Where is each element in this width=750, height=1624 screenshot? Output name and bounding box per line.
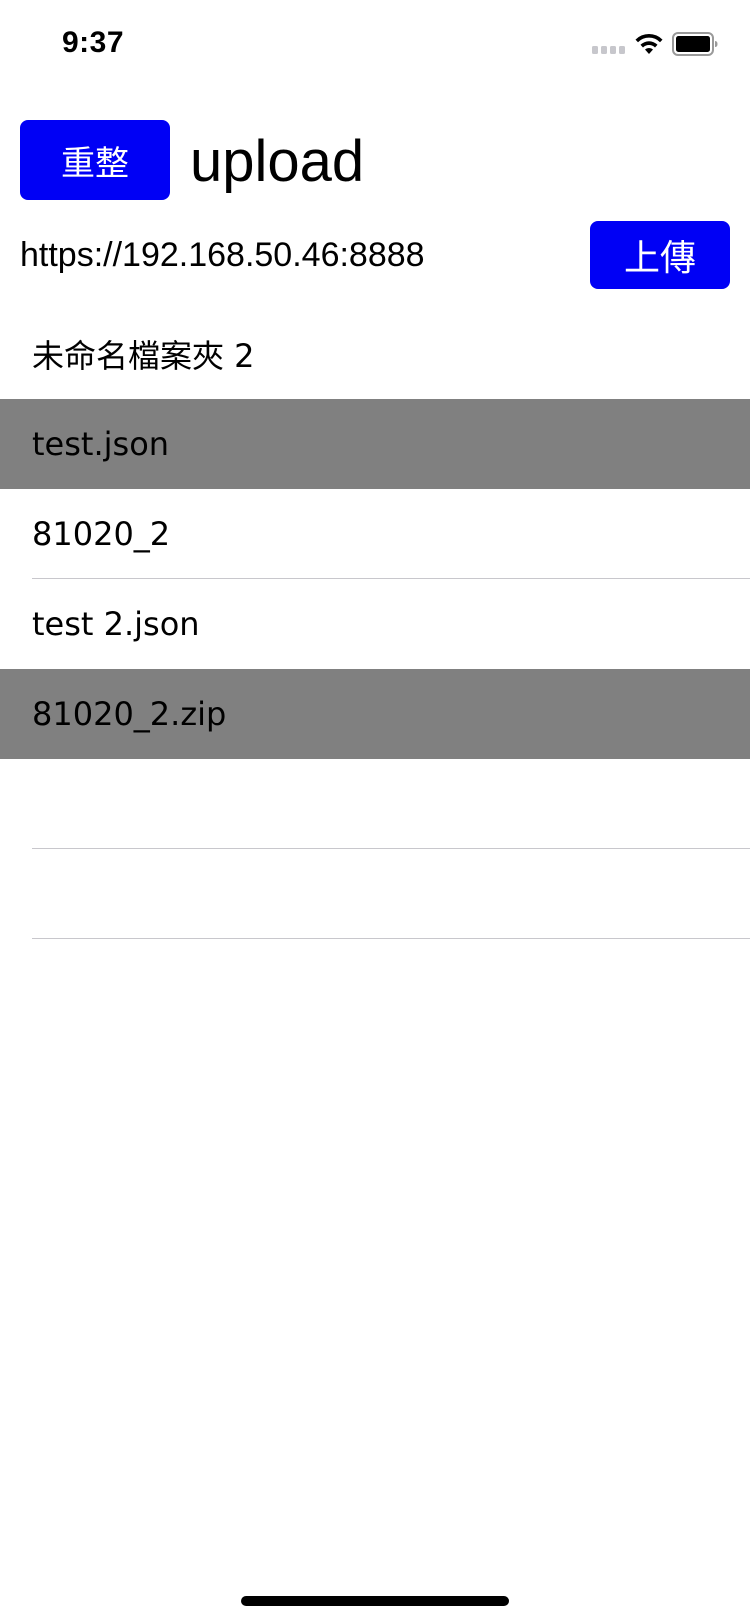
file-name: 81020_2.zip (32, 695, 227, 733)
file-row[interactable]: 81020_2.zip (0, 669, 750, 759)
file-name: test.json (32, 425, 170, 463)
file-row[interactable] (0, 759, 750, 849)
wifi-icon (635, 33, 663, 54)
file-name: test 2.json (32, 605, 200, 643)
file-row[interactable]: 81020_2 (0, 489, 750, 579)
file-row[interactable] (0, 849, 750, 939)
status-bar: 9:37 (0, 0, 750, 90)
cellular-signal-icon (592, 46, 625, 54)
page-title: upload (190, 129, 365, 194)
file-name: 未命名檔案夾 2 (32, 337, 255, 375)
upload-button[interactable]: 上傳 (590, 221, 730, 289)
file-list: 未命名檔案夾 2 test.json 81020_2 test 2.json 8… (0, 309, 750, 939)
file-row[interactable]: 未命名檔案夾 2 (0, 309, 750, 399)
status-time: 9:37 (62, 26, 125, 59)
file-row[interactable]: test 2.json (0, 579, 750, 669)
home-indicator[interactable] (241, 1596, 509, 1606)
server-url: https://192.168.50.46:8888 (20, 236, 425, 274)
refresh-button[interactable]: 重整 (20, 120, 170, 200)
file-row[interactable]: test.json (0, 399, 750, 489)
battery-icon (672, 32, 718, 56)
file-name: 81020_2 (32, 515, 171, 553)
